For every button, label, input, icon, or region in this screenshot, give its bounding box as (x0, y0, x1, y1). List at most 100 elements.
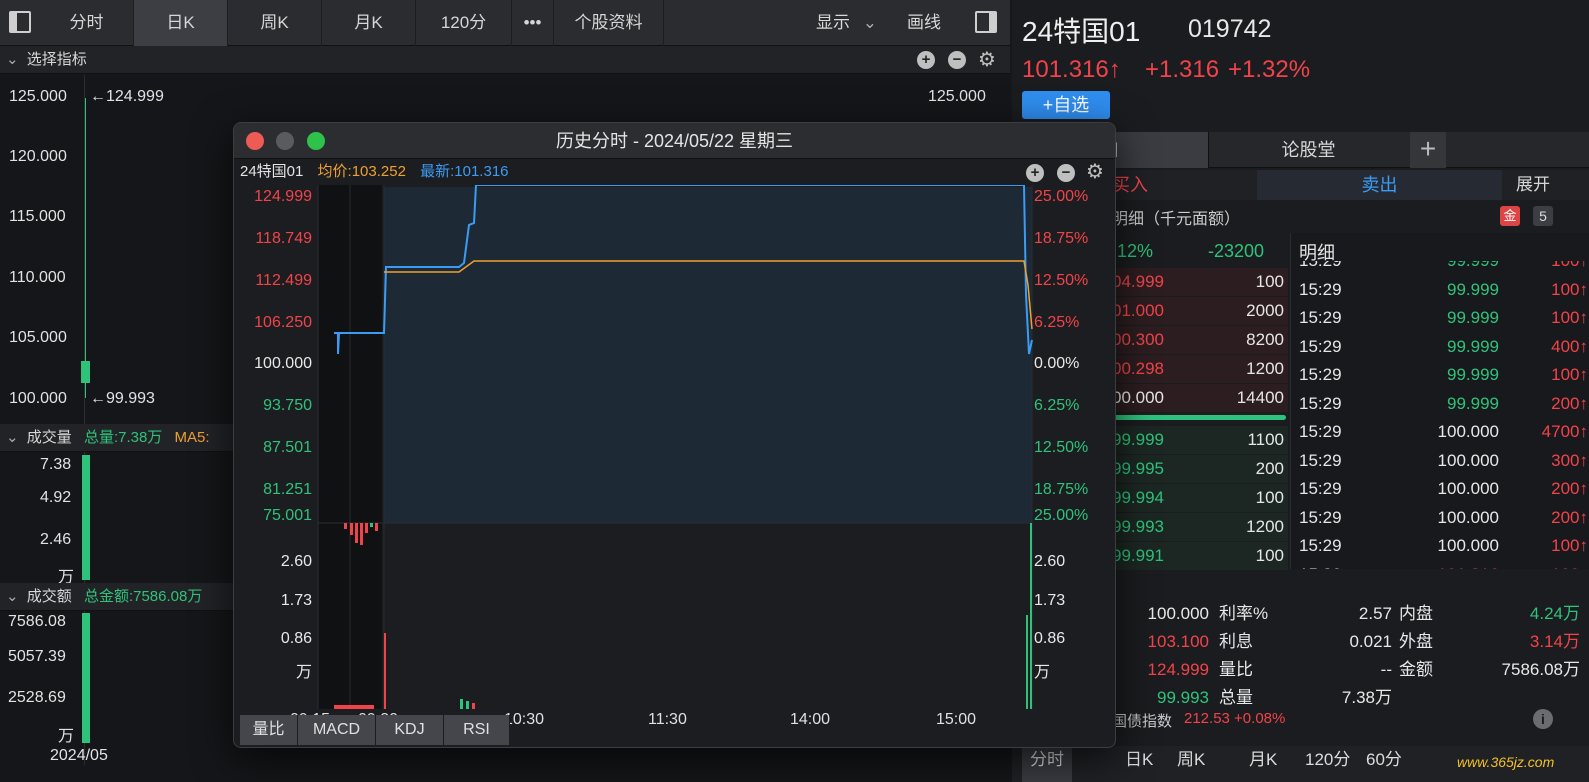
ask-volume: 100 (1255, 272, 1284, 291)
stat-c: -- (1380, 660, 1392, 679)
tab-120min[interactable]: 120分 (416, 0, 512, 46)
watermark: www.365jz.com (1457, 754, 1555, 770)
ask-order-row[interactable]: 00.298 1200 (1112, 355, 1288, 383)
bottom-tab[interactable]: 月K (1241, 746, 1285, 782)
stat-c: 2.57 (1358, 604, 1392, 623)
bid-volume: 100 (1255, 546, 1284, 565)
ask-volume: 8200 (1246, 330, 1284, 349)
x-tick: 11:30 (648, 711, 687, 728)
tick-detail: 明细 15:29 99.999 100↑ 15:29 99.999 100↑ 15:29 99… (1290, 233, 1589, 569)
chevron-down-icon[interactable]: ⌄ (6, 51, 19, 68)
amount-tick: 5057.39 (8, 648, 66, 665)
minimize-icon[interactable] (276, 132, 294, 150)
tab-stock-info[interactable]: 个股资料 (554, 0, 664, 46)
bid-price: 99.995 (1112, 459, 1164, 478)
tick-row: 15:29 100.000 300↑ (1291, 447, 1589, 475)
tick-row: 15:29 99.999 400↑ (1291, 333, 1589, 361)
tick-row: 15:29 99.999 100↑ (1291, 276, 1589, 304)
window-titlebar[interactable]: 历史分时 - 2024/05/22 星期三 (234, 123, 1115, 159)
ask-volume: 14400 (1236, 388, 1284, 407)
tick-list[interactable]: 15:29 99.999 100↑ 15:29 99.999 100↑ 15:29 99.99… (1291, 261, 1589, 569)
bottom-tab[interactable]: 120分 (1297, 746, 1358, 782)
settings-gear-icon[interactable]: ⚙ (1086, 159, 1104, 184)
volume-bar[interactable] (82, 455, 90, 580)
bid-order-row[interactable]: 99.999 1100 (1112, 426, 1288, 454)
tab-kdj[interactable]: KDJ (376, 715, 444, 745)
price-tick: 105.000 (9, 329, 67, 346)
bid-order-row[interactable]: 99.994 100 (1112, 484, 1288, 512)
tick-volume: 300↑ (1551, 450, 1588, 470)
bottom-tab[interactable]: 周K (1169, 746, 1213, 782)
bottom-tab[interactable]: 分时 (1022, 746, 1072, 782)
tab-macd[interactable]: MACD (298, 715, 376, 745)
draw-line-button[interactable]: 画线 (907, 0, 941, 46)
stat-c: 0.021 (1349, 632, 1392, 651)
gold-icon[interactable]: 金 (1500, 206, 1520, 226)
security-code: 019742 (1188, 15, 1272, 43)
level-badge[interactable]: 5 (1533, 206, 1553, 226)
bottom-tab[interactable]: 日K (1117, 746, 1161, 782)
tick-time: 15:29 (1299, 279, 1342, 299)
info-icon[interactable]: i (1533, 709, 1553, 729)
diff-volume: -23200 (1208, 241, 1265, 261)
bid-volume: 1100 (1247, 430, 1284, 449)
amount-unit: 万 (58, 728, 75, 745)
stat-d: 内盘 (1399, 604, 1433, 623)
candle-body[interactable] (81, 361, 90, 383)
volume-bars (334, 523, 1032, 709)
zoom-out-icon[interactable]: − (1057, 164, 1075, 182)
bid-price: 99.994 (1112, 488, 1164, 507)
tab-rsi[interactable]: RSI (444, 715, 510, 745)
more-icon[interactable]: ••• (512, 0, 554, 46)
close-icon[interactable] (246, 132, 264, 150)
settings-gear-icon[interactable]: ⚙ (978, 46, 996, 74)
buy-tab[interactable]: 买入 (1112, 170, 1148, 200)
window-title: 历史分时 - 2024/05/22 星期三 (555, 131, 794, 151)
ask-order-row[interactable]: 00.000 14400 (1112, 384, 1288, 412)
expand-button[interactable]: 展开 (1516, 170, 1550, 200)
zoom-in-icon[interactable]: + (917, 51, 935, 69)
panel-toggle-icon[interactable] (975, 11, 997, 33)
x-tick: 14:00 (790, 711, 831, 728)
tab-forum[interactable]: 论股堂 (1208, 132, 1408, 168)
select-indicator[interactable]: 选择指标 (27, 51, 87, 68)
volume-label: 成交量 (26, 429, 72, 446)
tick-time: 15:29 (1299, 261, 1342, 275)
amount-bar[interactable] (82, 613, 90, 743)
zoom-in-icon[interactable]: + (1026, 164, 1044, 182)
tab-monthly-k[interactable]: 月K (322, 0, 416, 46)
chevron-down-icon[interactable]: ⌄ (6, 588, 19, 605)
ask-order-row[interactable]: 01.000 2000 (1112, 297, 1288, 325)
tick-price: 100.000 (1437, 422, 1499, 441)
stat-e: 7586.08万 (1501, 660, 1580, 679)
tick-row: 15:29 99.999 100↑ (1291, 361, 1589, 389)
tick-price: 100.000 (1437, 479, 1499, 498)
add-watchlist-button[interactable]: +自选 (1022, 91, 1110, 119)
zoom-out-icon[interactable]: − (948, 51, 966, 69)
chevron-down-icon[interactable]: ⌄ (6, 429, 19, 446)
tab-daily-k[interactable]: 日K (134, 0, 228, 46)
tab-volume-ratio[interactable]: 量比 (240, 715, 298, 745)
tab-weekly-k[interactable]: 周K (228, 0, 322, 46)
history-intraday-window: 历史分时 - 2024/05/22 星期三 24特国01 均价:103.252 … (233, 122, 1116, 748)
bid-price: 99.999 (1112, 430, 1164, 449)
add-tab-icon[interactable]: + (1410, 132, 1446, 168)
ask-order-row[interactable]: 04.999 100 (1112, 268, 1288, 296)
stat-b: 利率% (1219, 604, 1269, 623)
tick-price: 100.000 (1437, 507, 1499, 527)
bid-order-row[interactable]: 99.995 200 (1112, 455, 1288, 483)
tab-intraday[interactable]: 分时 (40, 0, 134, 46)
intraday-chart[interactable] (234, 185, 1116, 709)
sell-tab[interactable]: 卖出 (1257, 170, 1502, 200)
bid-order-row[interactable]: 99.993 1200 (1112, 513, 1288, 541)
stat-a: 103.100 (1147, 632, 1209, 651)
tick-time: 15:29 (1299, 422, 1342, 441)
maximize-icon[interactable] (307, 132, 325, 150)
ask-order-row[interactable]: 00.300 8200 (1112, 326, 1288, 354)
display-dropdown[interactable]: 显示 ⌄ (816, 0, 877, 46)
bottom-tab[interactable]: 60分 (1358, 746, 1410, 782)
sidebar-toggle-icon[interactable] (9, 11, 31, 33)
stat-e (1468, 684, 1580, 712)
bid-order-row[interactable]: 99.991 100 (1112, 542, 1288, 570)
price-tick: 110.000 (9, 269, 66, 286)
